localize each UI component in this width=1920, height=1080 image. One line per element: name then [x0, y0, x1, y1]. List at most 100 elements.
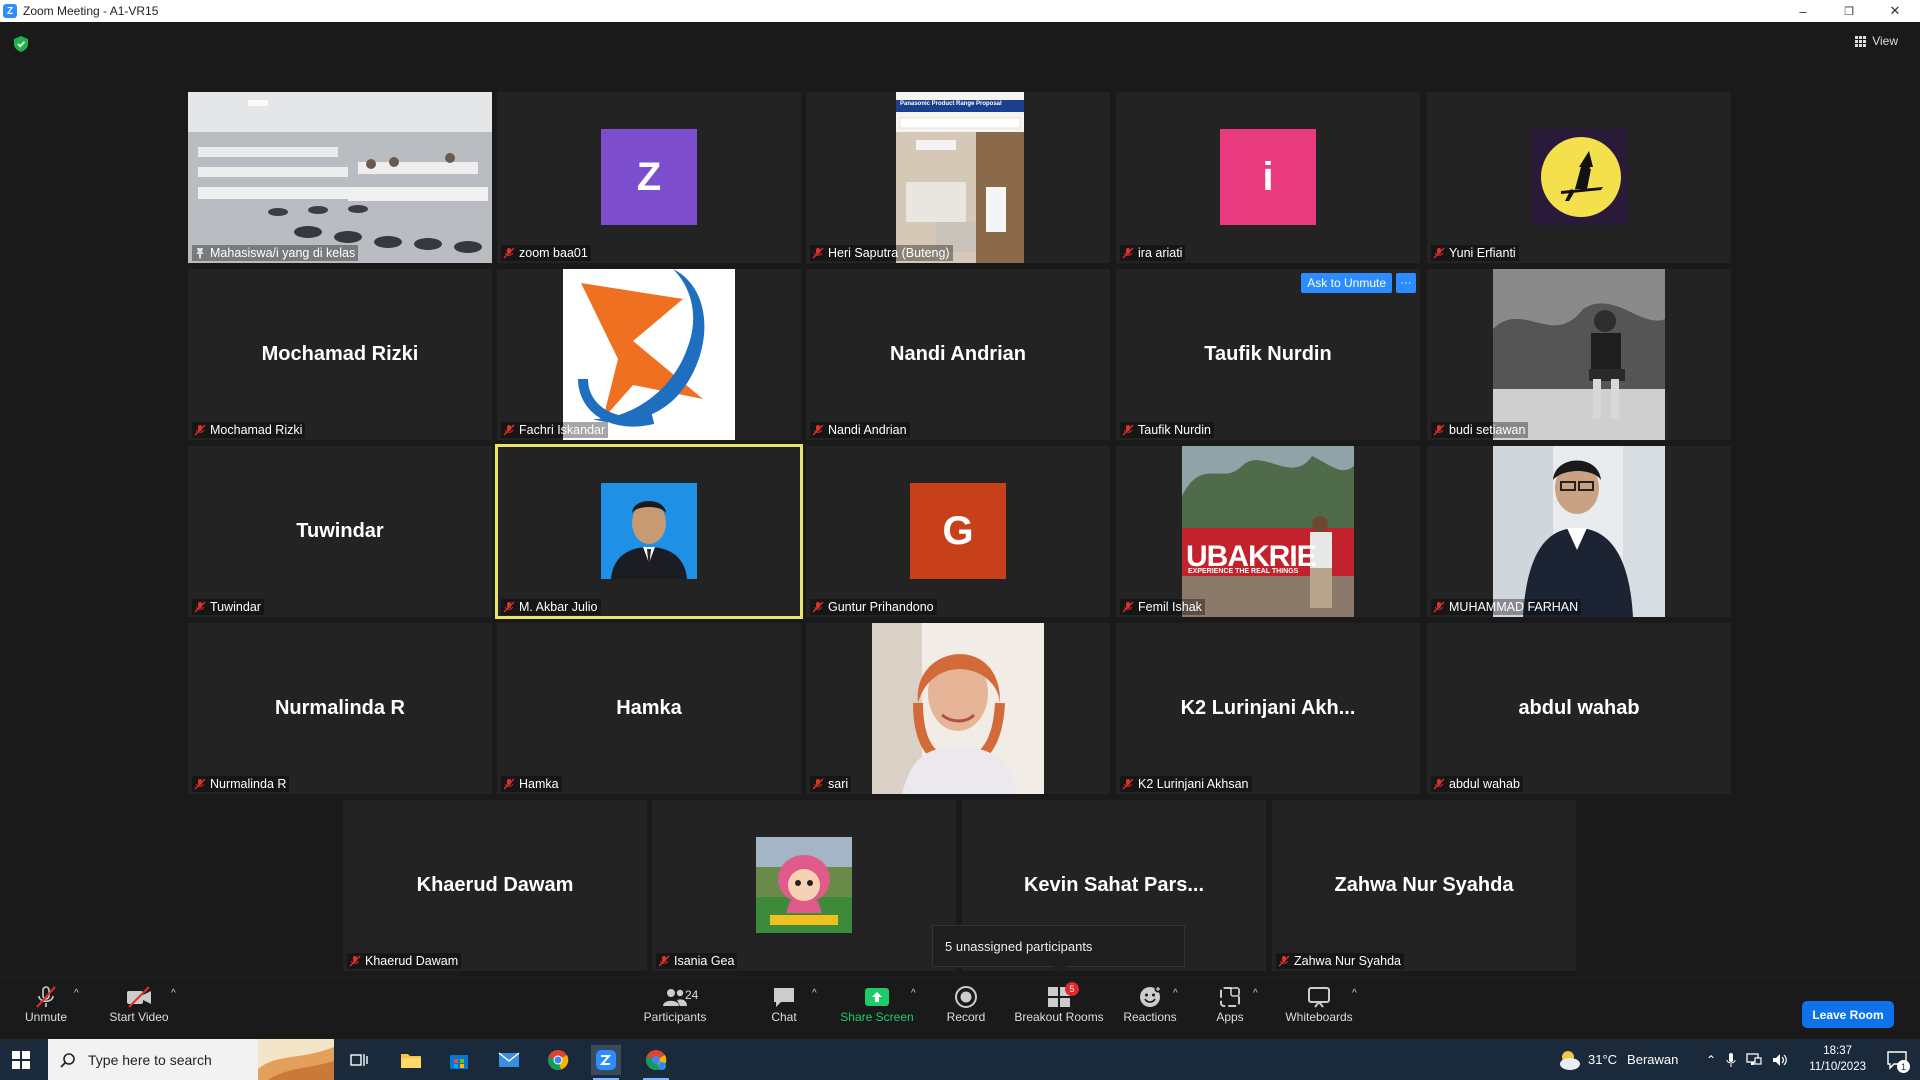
video-tile[interactable]: MUHAMMAD FARHAN: [1427, 446, 1731, 617]
record-button[interactable]: Record: [944, 984, 988, 1024]
reactions-button[interactable]: Reactions: [1122, 984, 1178, 1024]
more-options-button[interactable]: ···: [1396, 273, 1416, 293]
chrome-icon[interactable]: [543, 1045, 573, 1075]
video-tile[interactable]: i ira ariati: [1116, 92, 1420, 263]
microsoft-store-icon[interactable]: [444, 1045, 474, 1075]
shared-slide-image: [896, 92, 1024, 263]
start-video-button[interactable]: Start Video: [108, 984, 170, 1024]
microphone-icon[interactable]: [1726, 1052, 1736, 1068]
unmute-button[interactable]: Unmute: [22, 984, 70, 1024]
muted-mic-icon: [1122, 778, 1134, 790]
video-options-chevron-icon[interactable]: ^: [171, 988, 176, 999]
breakout-rooms-button[interactable]: 5 Breakout Rooms: [1012, 982, 1106, 1024]
participant-display-name: Tuwindar: [296, 520, 384, 542]
active-speaker-tile[interactable]: M. Akbar Julio: [495, 444, 803, 619]
video-tile[interactable]: Isania Gea: [652, 800, 956, 971]
classroom-video: [188, 92, 492, 263]
apps-button[interactable]: Apps: [1210, 984, 1250, 1024]
cloudy-weather-icon: [1560, 1050, 1580, 1070]
weather-widget[interactable]: 31°C Berawan: [1556, 1039, 1678, 1080]
close-button[interactable]: ✕: [1872, 0, 1918, 22]
video-tile[interactable]: G Guntur Prihandono: [806, 446, 1110, 617]
participant-name-label: Hamka: [501, 776, 562, 792]
chat-button[interactable]: Chat: [766, 984, 802, 1024]
participant-name-label: Guntur Prihandono: [810, 599, 937, 615]
banner-subtext: EXPERIENCE THE REAL THINGS: [1188, 568, 1299, 575]
video-tile[interactable]: Zahwa Nur Syahda Zahwa Nur Syahda: [1272, 800, 1576, 971]
muted-mic-icon: [1122, 247, 1134, 259]
muted-mic-icon: [194, 778, 206, 790]
participants-button[interactable]: 24 Participants: [640, 984, 710, 1024]
participant-photo: [1493, 269, 1665, 440]
video-tile[interactable]: Taufik Nurdin Ask to Unmute ··· Taufik N…: [1116, 269, 1420, 440]
reactions-chevron-icon[interactable]: ^: [1173, 988, 1178, 999]
participant-name-label: Yuni Erfianti: [1431, 245, 1519, 261]
taskbar-clock[interactable]: 18:37 11/10/2023: [1809, 1043, 1866, 1075]
participant-display-name: Mochamad Rizki: [261, 343, 419, 365]
video-tile[interactable]: Mahasiswa/i yang di kelas: [188, 92, 492, 263]
volume-icon[interactable]: [1772, 1053, 1788, 1067]
record-icon: [955, 986, 977, 1008]
muted-mic-icon: [1122, 601, 1134, 613]
video-tile[interactable]: sari: [806, 623, 1110, 794]
participant-name-label: Zahwa Nur Syahda: [1276, 953, 1405, 969]
whiteboards-button[interactable]: Whiteboards: [1282, 984, 1356, 1024]
participant-photo: [1182, 446, 1354, 617]
tray-chevron-icon[interactable]: ⌃: [1706, 1053, 1716, 1067]
participant-name-label: M. Akbar Julio: [501, 599, 601, 615]
participant-name-label: Tuwindar: [192, 599, 264, 615]
mail-icon[interactable]: [494, 1045, 524, 1075]
participant-name-label: Khaerud Dawam: [347, 953, 462, 969]
video-tile[interactable]: Z zoom baa01: [497, 92, 801, 263]
video-tile[interactable]: budi setiawan: [1427, 269, 1731, 440]
video-tile[interactable]: abdul wahab abdul wahab: [1427, 623, 1731, 794]
video-tile[interactable]: Mochamad Rizki Mochamad Rizki: [188, 269, 492, 440]
video-tile[interactable]: Khaerud Dawam Khaerud Dawam: [343, 800, 647, 971]
leave-room-button[interactable]: Leave Room: [1802, 1001, 1894, 1028]
view-button[interactable]: View: [1855, 34, 1898, 48]
video-tile[interactable]: Tuwindar Tuwindar: [188, 446, 492, 617]
chat-options-chevron-icon[interactable]: ^: [812, 988, 817, 999]
video-tile[interactable]: Nurmalinda R Nurmalinda R: [188, 623, 492, 794]
whiteboards-chevron-icon[interactable]: ^: [1352, 988, 1357, 999]
participant-name-label: Mochamad Rizki: [192, 422, 306, 438]
chrome-zoom-icon[interactable]: [641, 1045, 671, 1080]
participant-photo: [1493, 446, 1665, 617]
participant-name-label: K2 Lurinjani Akhsan: [1120, 776, 1252, 792]
participant-display-name: Nandi Andrian: [890, 343, 1026, 365]
share-screen-icon: [865, 988, 889, 1006]
participant-name-label: Nurmalinda R: [192, 776, 290, 792]
apps-chevron-icon[interactable]: ^: [1253, 988, 1258, 999]
title-bar: Z Zoom Meeting - A1-VR15 – ❐ ✕: [0, 0, 1920, 22]
video-tile[interactable]: Nandi Andrian Nandi Andrian: [806, 269, 1110, 440]
share-options-chevron-icon[interactable]: ^: [911, 988, 916, 999]
notification-count: 1: [1897, 1060, 1910, 1073]
video-tile[interactable]: Yuni Erfianti: [1427, 92, 1731, 263]
participant-name-label: budi setiawan: [1431, 422, 1529, 438]
meeting-toolbar: Unmute ^ Start Video ^ 24 Participants C…: [0, 977, 1920, 1039]
zoom-app-icon[interactable]: [591, 1045, 621, 1080]
windows-start-icon[interactable]: [12, 1051, 30, 1069]
audio-options-chevron-icon[interactable]: ^: [74, 988, 79, 999]
muted-mic-icon: [1433, 601, 1445, 613]
video-tile[interactable]: Fachri Iskandar: [497, 269, 801, 440]
participant-name-label: ira ariati: [1120, 245, 1186, 261]
participant-display-name: Hamka: [616, 697, 682, 719]
video-tile[interactable]: K2 Lurinjani Akh... K2 Lurinjani Akhsan: [1116, 623, 1420, 794]
minimize-button[interactable]: –: [1780, 0, 1826, 22]
taskbar-search-box[interactable]: Type here to search: [48, 1039, 334, 1080]
file-explorer-icon[interactable]: [396, 1045, 426, 1075]
ask-to-unmute-button[interactable]: Ask to Unmute: [1301, 273, 1392, 293]
video-tile[interactable]: Hamka Hamka: [497, 623, 801, 794]
task-view-icon[interactable]: [344, 1045, 374, 1075]
breakout-rooms-badge: 5: [1065, 982, 1079, 996]
notifications-icon[interactable]: 1: [1886, 1049, 1910, 1073]
clock-time: 18:37: [1823, 1045, 1853, 1057]
avatar: G: [910, 483, 1006, 579]
restore-button[interactable]: ❐: [1826, 0, 1872, 22]
video-tile[interactable]: Panasonic Product Range Proposal Heri Sa…: [806, 92, 1110, 263]
video-tile[interactable]: UBAKRIE EXPERIENCE THE REAL THINGS Femil…: [1116, 446, 1420, 617]
network-icon[interactable]: [1746, 1052, 1762, 1067]
encryption-shield-icon[interactable]: [14, 36, 28, 52]
share-screen-button[interactable]: Share Screen: [840, 984, 914, 1024]
